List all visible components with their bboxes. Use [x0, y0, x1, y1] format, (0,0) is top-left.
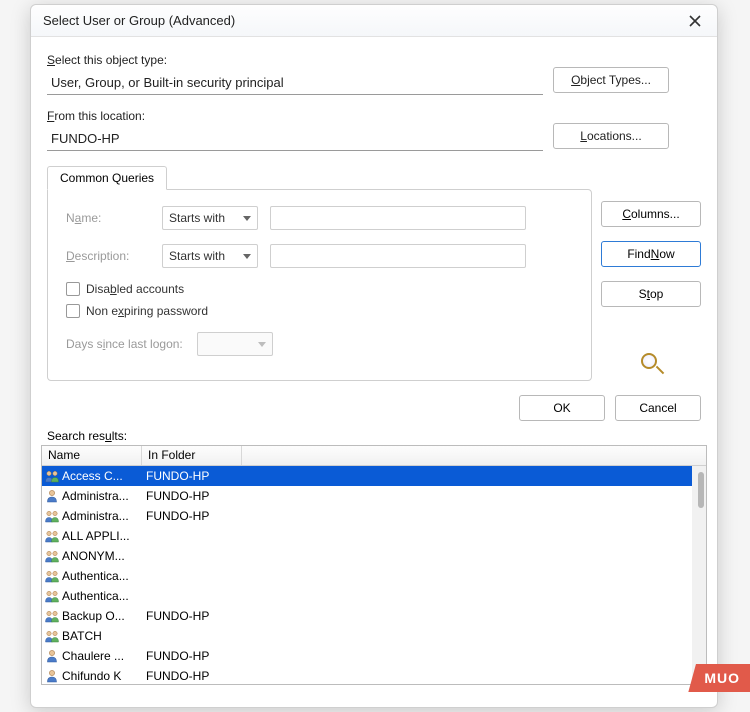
- ok-button[interactable]: OK: [519, 395, 605, 421]
- row-folder: FUNDO-HP: [142, 469, 242, 483]
- right-column: Columns... Find Now Stop: [601, 201, 701, 379]
- person-icon: [42, 669, 62, 683]
- close-icon: [689, 15, 701, 27]
- non-expiring-row[interactable]: Non expiring password: [66, 304, 573, 318]
- table-row[interactable]: Administra...FUNDO-HP: [42, 506, 692, 526]
- results-rows: Access C...FUNDO-HPAdministra...FUNDO-HP…: [42, 466, 692, 684]
- titlebar[interactable]: Select User or Group (Advanced): [31, 5, 717, 37]
- disabled-accounts-label: Disabled accounts: [86, 282, 184, 296]
- row-folder: FUNDO-HP: [142, 509, 242, 523]
- description-mode-combo[interactable]: Starts with: [162, 244, 258, 268]
- row-name: Authentica...: [62, 589, 142, 603]
- row-name: Authentica...: [62, 569, 142, 583]
- stop-button[interactable]: Stop: [601, 281, 701, 307]
- table-row[interactable]: Chaulere ...FUNDO-HP: [42, 646, 692, 666]
- row-folder: FUNDO-HP: [142, 669, 242, 683]
- from-location-label: From this location:: [47, 109, 543, 123]
- table-row[interactable]: Administra...FUNDO-HP: [42, 486, 692, 506]
- row-folder: FUNDO-HP: [142, 649, 242, 663]
- object-type-label: Select this object type:: [47, 53, 543, 67]
- group-icon: [42, 589, 62, 603]
- scrollbar-thumb[interactable]: [698, 472, 704, 508]
- scrollbar[interactable]: [692, 466, 706, 684]
- close-button[interactable]: [681, 9, 709, 33]
- columns-button[interactable]: Columns...: [601, 201, 701, 227]
- muo-badge: MUO: [688, 664, 750, 692]
- common-queries-tabset: Common Queries Name: Starts with Descrip…: [47, 165, 592, 381]
- row-name: Chaulere ...: [62, 649, 142, 663]
- row-name: ANONYM...: [62, 549, 142, 563]
- row-name: Administra...: [62, 509, 142, 523]
- dialog-body: Select this object type: User, Group, or…: [31, 37, 717, 389]
- select-user-group-dialog: Select User or Group (Advanced) Select t…: [30, 4, 718, 708]
- row-name: Access C...: [62, 469, 142, 483]
- col-folder[interactable]: In Folder: [142, 446, 242, 465]
- non-expiring-checkbox[interactable]: [66, 304, 80, 318]
- tab-panel: Name: Starts with Description: Starts wi…: [47, 189, 592, 381]
- group-icon: [42, 529, 62, 543]
- disabled-accounts-checkbox[interactable]: [66, 282, 80, 296]
- row-name: ALL APPLI...: [62, 529, 142, 543]
- table-row[interactable]: Access C...FUNDO-HP: [42, 466, 692, 486]
- person-icon: [42, 649, 62, 663]
- row-folder: FUNDO-HP: [142, 609, 242, 623]
- description-input[interactable]: [270, 244, 526, 268]
- results-box: Name In Folder Access C...FUNDO-HPAdmini…: [41, 445, 707, 685]
- dialog-buttons: OK Cancel: [31, 389, 717, 421]
- days-since-logon-combo[interactable]: [197, 332, 273, 356]
- row-name: Administra...: [62, 489, 142, 503]
- search-results-label: Search results:: [31, 421, 717, 445]
- table-row[interactable]: Authentica...: [42, 586, 692, 606]
- group-icon: [42, 609, 62, 623]
- name-input[interactable]: [270, 206, 526, 230]
- tab-common-queries[interactable]: Common Queries: [47, 166, 167, 190]
- table-row[interactable]: ALL APPLI...: [42, 526, 692, 546]
- row-folder: FUNDO-HP: [142, 489, 242, 503]
- dialog-title: Select User or Group (Advanced): [43, 13, 681, 28]
- disabled-accounts-row[interactable]: Disabled accounts: [66, 282, 573, 296]
- object-types-button[interactable]: Object Types...: [553, 67, 669, 93]
- non-expiring-label: Non expiring password: [86, 304, 208, 318]
- name-label: Name:: [66, 211, 154, 225]
- from-location-field[interactable]: FUNDO-HP: [47, 127, 543, 151]
- results-header[interactable]: Name In Folder: [42, 446, 706, 466]
- description-label: Description:: [66, 249, 154, 263]
- cancel-button[interactable]: Cancel: [615, 395, 701, 421]
- person-icon: [42, 489, 62, 503]
- group-icon: [42, 629, 62, 643]
- group-icon: [42, 569, 62, 583]
- row-name: BATCH: [62, 629, 142, 643]
- table-row[interactable]: BATCH: [42, 626, 692, 646]
- find-now-button[interactable]: Find Now: [601, 241, 701, 267]
- row-name: Backup O...: [62, 609, 142, 623]
- group-icon: [42, 509, 62, 523]
- locations-button[interactable]: Locations...: [553, 123, 669, 149]
- table-row[interactable]: ANONYM...: [42, 546, 692, 566]
- table-row[interactable]: Backup O...FUNDO-HP: [42, 606, 692, 626]
- days-since-logon-row: Days since last logon:: [66, 332, 573, 356]
- table-row[interactable]: Chifundo KFUNDO-HP: [42, 666, 692, 684]
- name-mode-combo[interactable]: Starts with: [162, 206, 258, 230]
- days-since-logon-label: Days since last logon:: [66, 337, 183, 351]
- object-type-field[interactable]: User, Group, or Built-in security princi…: [47, 71, 543, 95]
- group-icon: [42, 469, 62, 483]
- row-name: Chifundo K: [62, 669, 142, 683]
- group-icon: [42, 549, 62, 563]
- table-row[interactable]: Authentica...: [42, 566, 692, 586]
- col-name[interactable]: Name: [42, 446, 142, 465]
- search-icon: [637, 351, 665, 379]
